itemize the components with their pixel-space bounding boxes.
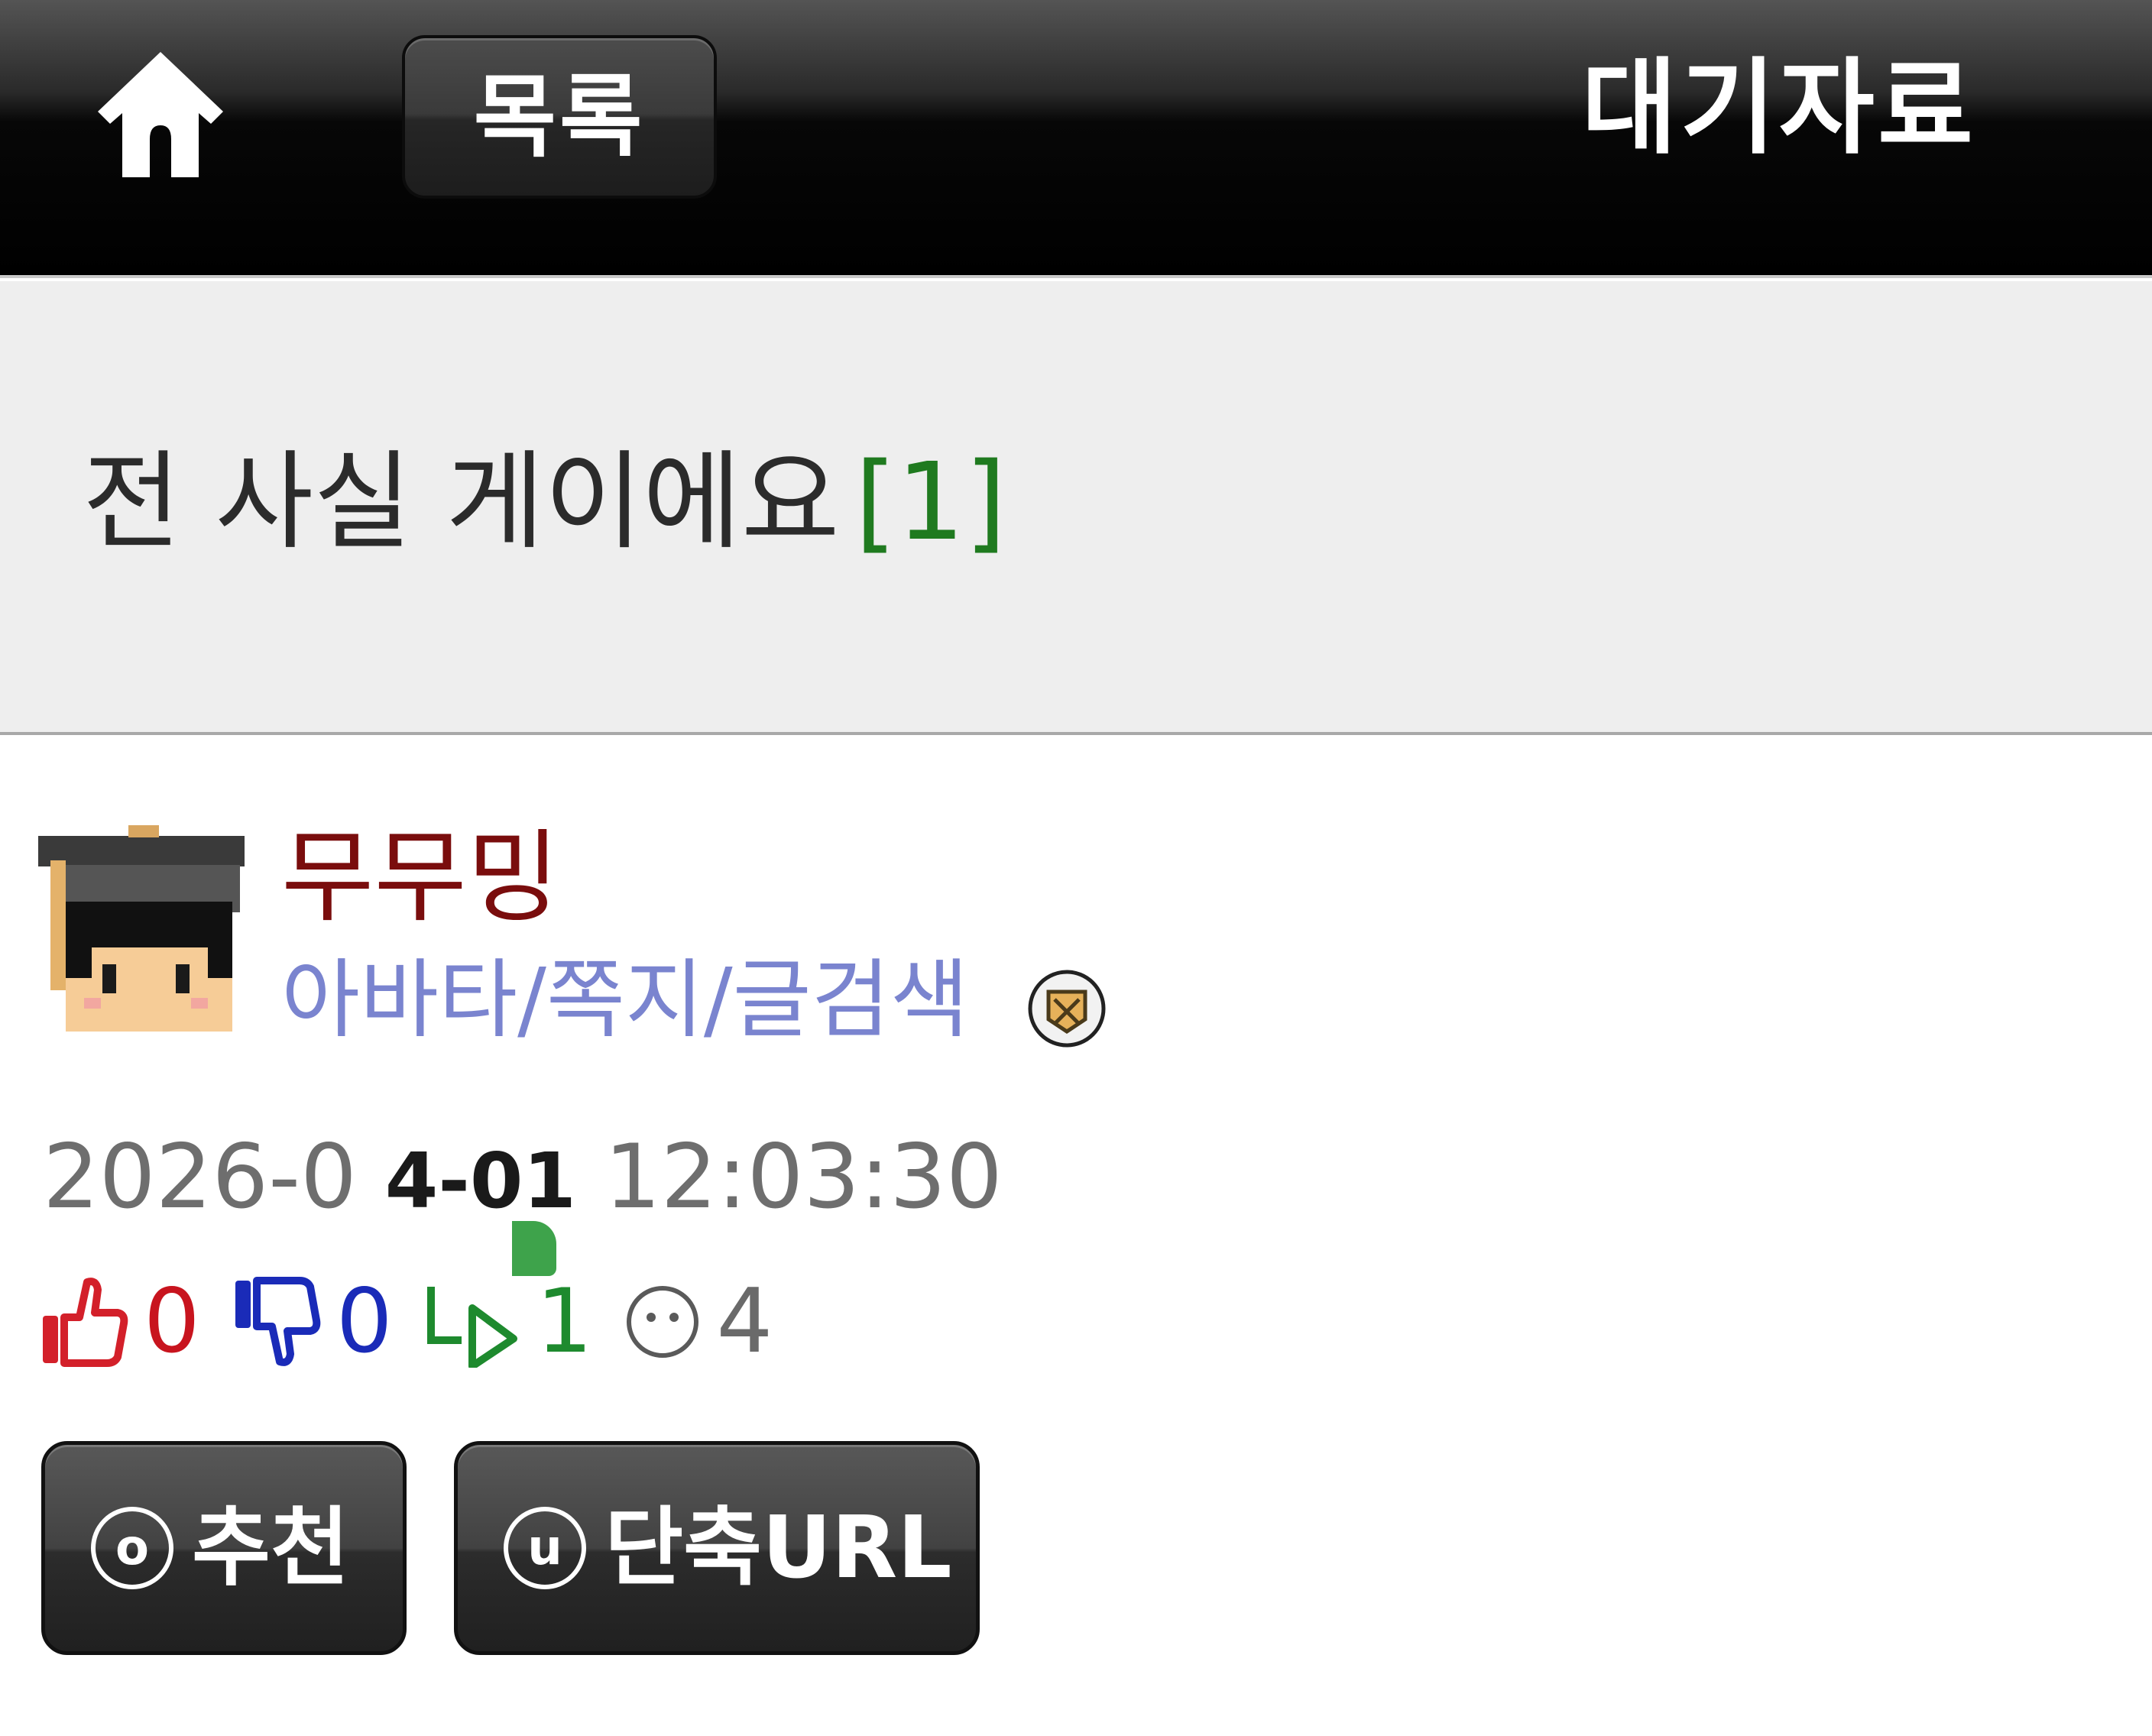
reply-stat: 1: [423, 1268, 593, 1375]
post-title: 전 사실 게이에요 [1]: [83, 434, 1006, 572]
post-stats: 0 0 1 4: [38, 1268, 803, 1375]
thumbs-up-icon: [43, 1278, 128, 1367]
recommend-key-icon: o: [91, 1507, 173, 1589]
reply-count: 1: [536, 1270, 593, 1373]
short-url-key-icon: u: [504, 1507, 586, 1589]
face-icon: [627, 1286, 699, 1358]
comment-count[interactable]: [1]: [855, 440, 1006, 565]
list-button[interactable]: 목록: [402, 35, 717, 199]
board-title: 대기자료: [1581, 48, 1976, 169]
view-count: 4: [716, 1270, 773, 1373]
avatar-graduate-icon: [38, 825, 245, 1032]
date-prefix: 2026-0: [43, 1125, 357, 1229]
post-title-text: 전 사실 게이에요: [83, 440, 840, 565]
recommend-label: 추천: [192, 1498, 350, 1598]
level-badge-icon: [1028, 970, 1106, 1048]
downvote-stat: 0: [231, 1268, 393, 1375]
home-button[interactable]: [92, 46, 229, 183]
post-title-band: 전 사실 게이에요 [1]: [0, 281, 2152, 735]
short-url-button[interactable]: u 단축URL: [454, 1441, 980, 1655]
short-url-label: 단축URL: [604, 1498, 952, 1598]
date-time: 12:03:30: [604, 1125, 1003, 1229]
home-icon: [98, 52, 223, 177]
level-badge: [1027, 969, 1107, 1048]
upvote-stat: 0: [38, 1268, 200, 1375]
author-avatar[interactable]: [38, 825, 245, 1035]
date-highlight: 4-01: [384, 1136, 576, 1226]
recommend-button[interactable]: o 추천: [41, 1441, 407, 1655]
reply-arrow-icon: [426, 1287, 517, 1368]
top-navigation-bar: 목록 대기자료: [0, 0, 2152, 278]
author-name[interactable]: 무무밍: [281, 813, 559, 943]
upvote-count: 0: [144, 1270, 200, 1373]
view-stat: 4: [623, 1268, 773, 1375]
author-links[interactable]: 아바타/쪽지/글검색: [281, 943, 969, 1057]
downvote-count: 0: [335, 1270, 393, 1373]
thumbs-down-icon: [235, 1277, 321, 1366]
